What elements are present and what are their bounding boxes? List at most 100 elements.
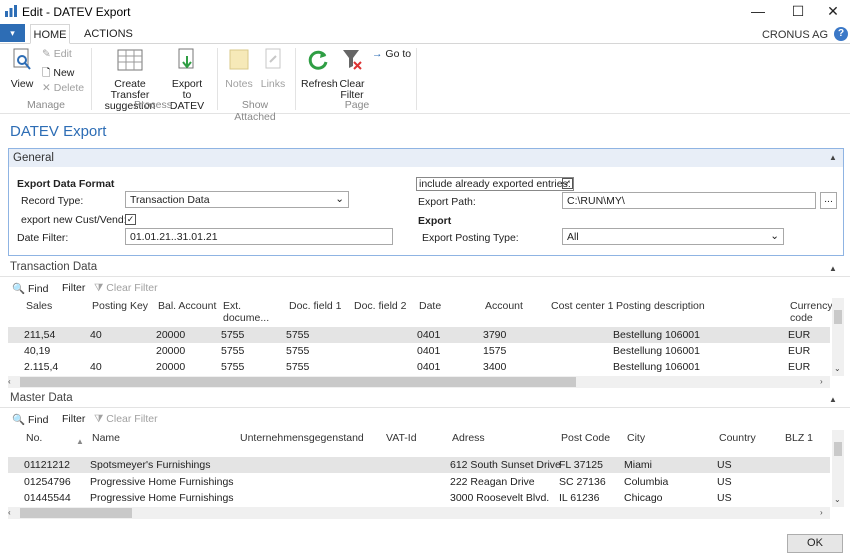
find-button[interactable]: 🔍 Find [12, 413, 48, 426]
general-header[interactable]: General [9, 149, 843, 167]
export-path-input[interactable]: C:\RUN\MY\ [562, 192, 816, 209]
col-account[interactable]: Account [485, 300, 523, 312]
col-vat-id[interactable]: VAT-Id [386, 432, 417, 444]
find-button[interactable]: 🔍 Find [12, 282, 48, 295]
export-data-format-heading: Export Data Format [17, 178, 115, 190]
export-posting-type-value: All [567, 231, 579, 243]
scroll-right-icon[interactable]: › [820, 508, 823, 517]
go-to-button[interactable]: → Go to [372, 48, 411, 60]
scroll-left-icon[interactable]: ‹ [8, 377, 11, 386]
export-heading: Export [418, 215, 452, 227]
scroll-thumb[interactable] [834, 442, 842, 456]
cell-no: 01445544 [24, 492, 71, 504]
col-city[interactable]: City [627, 432, 645, 444]
scroll-thumb[interactable] [20, 508, 132, 518]
filter-button[interactable]: Filter [62, 282, 85, 294]
scroll-down-icon[interactable]: ⌄ [834, 495, 841, 504]
close-button[interactable]: ✕ [817, 0, 849, 24]
clear-filter-button[interactable]: Clear Filter [338, 48, 366, 101]
col-adress[interactable]: Adress [452, 432, 485, 444]
cell-currency-code: EUR [788, 345, 811, 357]
list-item[interactable]: 01121212 Spotsmeyer's Furnishings 612 So… [8, 457, 830, 473]
group-label-process: Process [134, 99, 172, 111]
col-unternehmensgegenstand[interactable]: Unternehmensgegenstand [240, 432, 364, 444]
chevron-down-icon: ⌄ [770, 230, 779, 242]
cell-account: 3790 [483, 329, 507, 341]
new-button[interactable]: 🗋 New [42, 65, 74, 83]
scroll-thumb[interactable] [20, 377, 576, 387]
edit-button[interactable]: ✎ Edit [42, 48, 72, 60]
export-posting-type-select[interactable]: All ⌄ [562, 228, 784, 245]
horizontal-scrollbar[interactable]: ‹ › [8, 376, 830, 388]
help-icon[interactable]: ? [834, 27, 848, 41]
collapse-icon[interactable]: ▲ [829, 153, 837, 162]
date-filter-input[interactable]: 01.01.21..31.01.21 [125, 228, 393, 245]
transaction-data-title[interactable]: Transaction Data [10, 261, 97, 273]
col-doc-field-2[interactable]: Doc. field 2 [354, 300, 407, 312]
cell-country: US [717, 492, 732, 504]
transaction-header-row: Sales Posting Key Bal. Account Ext. docu… [0, 298, 850, 328]
col-ext-document[interactable]: Ext. docume... [223, 300, 269, 324]
horizontal-scrollbar[interactable]: ‹ › [8, 507, 830, 519]
scroll-thumb[interactable] [834, 310, 842, 324]
group-label-show-attached: Show Attached [234, 99, 276, 123]
table-row[interactable]: 211,54 40 20000 5755 5755 0401 3790 Best… [8, 327, 830, 343]
view-icon [13, 48, 31, 70]
master-data-title[interactable]: Master Data [10, 392, 73, 404]
scroll-right-icon[interactable]: › [820, 377, 823, 386]
ok-button[interactable]: OK [787, 534, 843, 553]
section-divider [0, 276, 850, 277]
col-doc-field-1[interactable]: Doc. field 1 [289, 300, 342, 312]
col-name[interactable]: Name [92, 432, 120, 444]
links-button[interactable]: Links [259, 48, 287, 90]
cell-doc-field-1: 5755 [286, 361, 310, 373]
cell-posting-description: Bestellung 106001 [613, 345, 700, 357]
scroll-down-icon[interactable]: ⌄ [834, 364, 841, 373]
ribbon-separator [217, 48, 218, 110]
new-label: New [53, 67, 75, 79]
record-type-select[interactable]: Transaction Data ⌄ [125, 191, 349, 208]
col-cost-center-1[interactable]: Cost center 1 [551, 300, 613, 312]
delete-button[interactable]: ✕ Delete [42, 82, 84, 94]
cell-country: US [717, 459, 732, 471]
record-type-label: Record Type: [21, 195, 84, 207]
table-row[interactable]: 40,19 20000 5755 5755 0401 1575 Bestellu… [8, 343, 830, 359]
view-button[interactable]: View [8, 48, 36, 90]
vertical-scrollbar[interactable]: ⌄ [832, 298, 844, 376]
col-bal-account[interactable]: Bal. Account [158, 300, 216, 312]
minimize-button[interactable]: — [742, 0, 774, 24]
notes-button[interactable]: Notes [224, 48, 254, 90]
cell-currency-code: EUR [788, 361, 811, 373]
ribbon-separator [416, 48, 417, 110]
tab-home[interactable]: HOME [30, 24, 70, 44]
collapse-icon[interactable]: ▲ [829, 264, 837, 273]
col-date[interactable]: Date [419, 300, 441, 312]
scroll-left-icon[interactable]: ‹ [8, 508, 11, 517]
company-name[interactable]: CRONUS AG [762, 29, 828, 41]
export-new-cust-vend-checkbox[interactable]: ✓ [125, 214, 136, 225]
col-post-code[interactable]: Post Code [561, 432, 610, 444]
table-row[interactable]: 2.115,4 40 20000 5755 5755 0401 3400 Bes… [8, 359, 830, 375]
collapse-icon[interactable]: ▲ [829, 395, 837, 404]
include-exported-checkbox[interactable]: ✓ [562, 178, 573, 189]
export-label-1: Export to [171, 78, 203, 101]
clear-filter-toolbar-button[interactable]: ⧩ Clear Filter [94, 413, 158, 426]
col-country[interactable]: Country [719, 432, 756, 444]
col-no[interactable]: No. [26, 432, 42, 444]
col-posting-key[interactable]: Posting Key [92, 300, 148, 312]
app-menu-button[interactable]: ▾ [0, 24, 25, 42]
list-item[interactable]: 01445544 Progressive Home Furnishings 30… [8, 490, 830, 506]
tab-actions[interactable]: ACTIONS [84, 24, 133, 44]
export-path-browse-button[interactable]: ... [820, 192, 837, 209]
list-item[interactable]: 01254796 Progressive Home Furnishings 22… [8, 474, 830, 490]
filter-button[interactable]: Filter [62, 413, 85, 425]
col-posting-description[interactable]: Posting description [616, 300, 705, 312]
clear-filter-toolbar-button[interactable]: ⧩ Clear Filter [94, 282, 158, 295]
col-sales[interactable]: Sales [26, 300, 52, 312]
filter-icon: ⧩ [94, 413, 104, 425]
col-blz-1[interactable]: BLZ 1 [785, 432, 813, 444]
refresh-button[interactable]: Refresh [301, 48, 338, 90]
maximize-button[interactable]: ☐ [782, 0, 814, 24]
col-currency-code[interactable]: Currency code [790, 300, 833, 324]
vertical-scrollbar[interactable]: ⌄ [832, 430, 844, 507]
